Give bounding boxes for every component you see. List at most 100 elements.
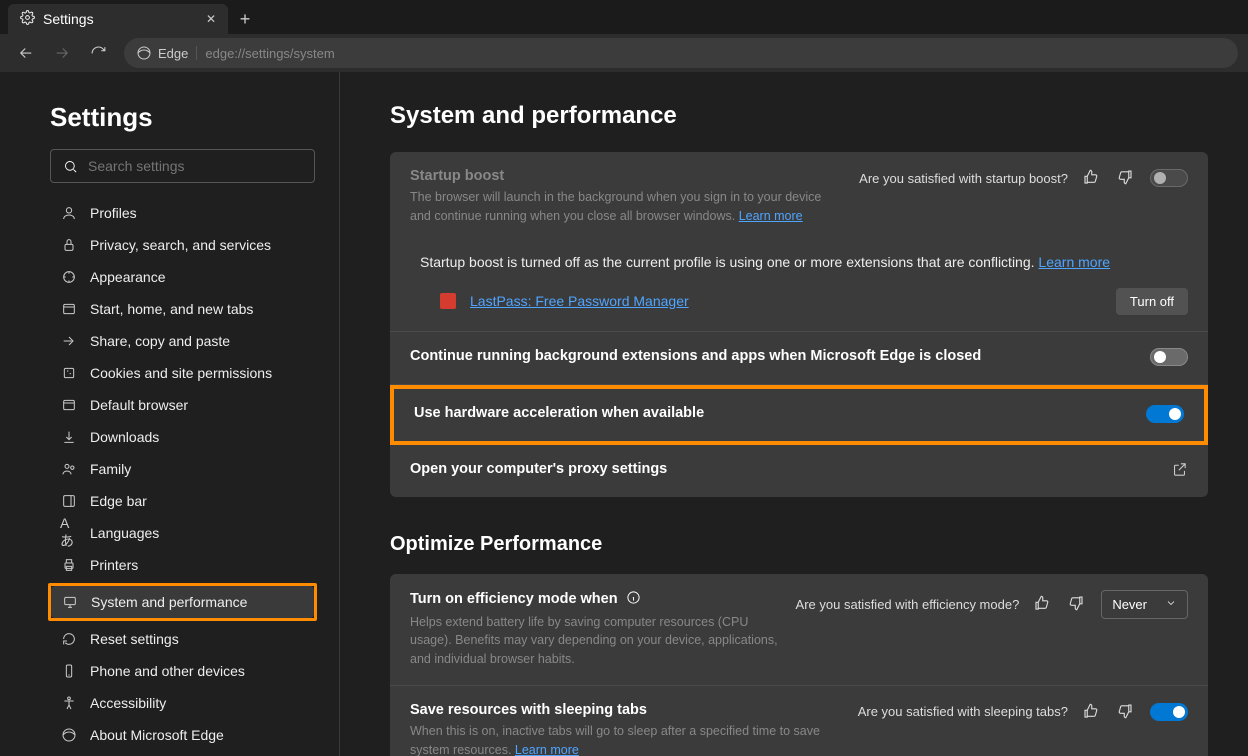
background-apps-toggle[interactable] (1150, 348, 1188, 366)
gear-icon (20, 10, 35, 28)
sleeping-tabs-desc-text: When this is on, inactive tabs will go t… (410, 724, 820, 756)
edgebar-icon (60, 493, 78, 509)
chevron-down-icon (1165, 597, 1177, 612)
optimize-heading: Optimize Performance (390, 533, 1208, 556)
proxy-section[interactable]: Open your computer's proxy settings (390, 445, 1208, 497)
edge-icon: Edge (136, 45, 188, 61)
sidebar-item-edgebar[interactable]: Edge bar (50, 485, 315, 517)
sidebar-item-label: Privacy, search, and services (90, 237, 271, 253)
sleeping-tabs-desc: When this is on, inactive tabs will go t… (410, 722, 844, 756)
sleeping-tabs-title: Save resources with sleeping tabs (410, 702, 844, 718)
external-link-icon (1171, 461, 1188, 481)
sidebar-item-label: Downloads (90, 429, 159, 445)
startup-warning-text: Startup boost is turned off as the curre… (420, 254, 1035, 270)
sidebar-item-accessibility[interactable]: Accessibility (50, 687, 315, 719)
close-tab-icon[interactable]: ✕ (206, 12, 216, 26)
thumbs-down-icon[interactable] (1116, 702, 1136, 722)
conflicting-extension-row: LastPass: Free Password Manager Turn off (410, 284, 1188, 315)
settings-title: Settings (50, 102, 315, 133)
main: Settings Profiles Privacy, search, and s… (0, 72, 1248, 756)
new-tab-button[interactable]: + (228, 4, 262, 34)
search-settings[interactable] (50, 149, 315, 183)
system-icon (61, 594, 79, 610)
search-input[interactable] (88, 158, 302, 174)
sidebar-item-label: System and performance (91, 594, 247, 610)
sidebar-item-profiles[interactable]: Profiles (50, 197, 315, 229)
url-divider (196, 46, 197, 60)
sidebar-item-appearance[interactable]: Appearance (50, 261, 315, 293)
sidebar-item-label: Cookies and site permissions (90, 365, 272, 381)
sidebar-item-label: Reset settings (90, 631, 179, 647)
sidebar-item-start-home[interactable]: Start, home, and new tabs (50, 293, 315, 325)
settings-content: System and performance Startup boost The… (340, 72, 1248, 756)
sidebar-item-share[interactable]: Share, copy and paste (50, 325, 315, 357)
info-icon[interactable] (626, 590, 641, 609)
proxy-title: Open your computer's proxy settings (410, 461, 1157, 477)
sidebar-item-reset[interactable]: Reset settings (50, 623, 315, 655)
titlebar: Settings ✕ + (0, 0, 1248, 34)
accessibility-icon (60, 695, 78, 711)
startup-learn-more-link[interactable]: Learn more (739, 209, 803, 223)
startup-feedback-text: Are you satisfied with startup boost? (859, 171, 1068, 186)
sidebar-item-system-performance[interactable]: System and performance (51, 586, 314, 618)
hardware-acceleration-toggle[interactable] (1146, 405, 1184, 423)
reset-icon (60, 631, 78, 647)
sidebar-item-cookies[interactable]: Cookies and site permissions (50, 357, 315, 389)
sidebar-item-phone[interactable]: Phone and other devices (50, 655, 315, 687)
sleeping-tabs-section: Save resources with sleeping tabs When t… (390, 686, 1208, 756)
thumbs-up-icon[interactable] (1082, 168, 1102, 188)
sidebar-item-label: Accessibility (90, 695, 166, 711)
sleeping-feedback-text: Are you satisfied with sleeping tabs? (858, 704, 1068, 719)
cookies-icon (60, 365, 78, 381)
sidebar-item-label: Appearance (90, 269, 166, 285)
turn-off-extension-button[interactable]: Turn off (1116, 288, 1188, 315)
search-icon (63, 159, 78, 174)
sidebar-item-languages[interactable]: AあLanguages (50, 517, 315, 549)
browser-tab-settings[interactable]: Settings ✕ (8, 4, 228, 34)
url-badge-text: Edge (158, 46, 188, 61)
sidebar-item-label: Start, home, and new tabs (90, 301, 253, 317)
refresh-button[interactable] (82, 37, 114, 69)
thumbs-down-icon[interactable] (1067, 594, 1087, 614)
efficiency-mode-dropdown[interactable]: Never (1101, 590, 1188, 619)
lastpass-icon (440, 293, 456, 309)
languages-icon: Aあ (60, 515, 78, 551)
back-button[interactable] (10, 37, 42, 69)
printer-icon (60, 557, 78, 573)
share-icon (60, 333, 78, 349)
sleeping-learn-more-link[interactable]: Learn more (515, 743, 579, 756)
startup-warning: Startup boost is turned off as the curre… (410, 240, 1120, 270)
extension-link[interactable]: LastPass: Free Password Manager (470, 293, 689, 309)
thumbs-down-icon[interactable] (1116, 168, 1136, 188)
sidebar-item-default-browser[interactable]: Default browser (50, 389, 315, 421)
sidebar-item-privacy[interactable]: Privacy, search, and services (50, 229, 315, 261)
sidebar-item-label: Phone and other devices (90, 663, 245, 679)
startup-boost-title: Startup boost (410, 168, 845, 184)
sidebar-item-label: Family (90, 461, 131, 477)
sidebar-item-label: Profiles (90, 205, 137, 221)
sidebar-item-about[interactable]: About Microsoft Edge (50, 719, 315, 751)
sidebar-item-label: Share, copy and paste (90, 333, 230, 349)
sidebar-item-downloads[interactable]: Downloads (50, 421, 315, 453)
forward-button[interactable] (46, 37, 78, 69)
url-bar[interactable]: Edge edge://settings/system (124, 38, 1238, 68)
efficiency-title-text: Turn on efficiency mode when (410, 591, 618, 607)
sidebar-item-family[interactable]: Family (50, 453, 315, 485)
background-apps-section: Continue running background extensions a… (390, 332, 1208, 385)
efficiency-title: Turn on efficiency mode when (410, 590, 782, 609)
appearance-icon (60, 269, 78, 285)
startup-boost-section: Startup boost The browser will launch in… (390, 152, 1208, 332)
url-text: edge://settings/system (205, 46, 334, 61)
sidebar-item-printers[interactable]: Printers (50, 549, 315, 581)
startup-feedback: Are you satisfied with startup boost? (859, 168, 1188, 188)
addressbar: Edge edge://settings/system (0, 34, 1248, 72)
browser-icon (60, 397, 78, 413)
family-icon (60, 461, 78, 477)
sleeping-tabs-toggle[interactable] (1150, 703, 1188, 721)
dropdown-value: Never (1112, 597, 1147, 612)
thumbs-up-icon[interactable] (1033, 594, 1053, 614)
thumbs-up-icon[interactable] (1082, 702, 1102, 722)
startup-warning-learn-more-link[interactable]: Learn more (1038, 254, 1110, 270)
profiles-icon (60, 205, 78, 221)
startup-boost-toggle[interactable] (1150, 169, 1188, 187)
